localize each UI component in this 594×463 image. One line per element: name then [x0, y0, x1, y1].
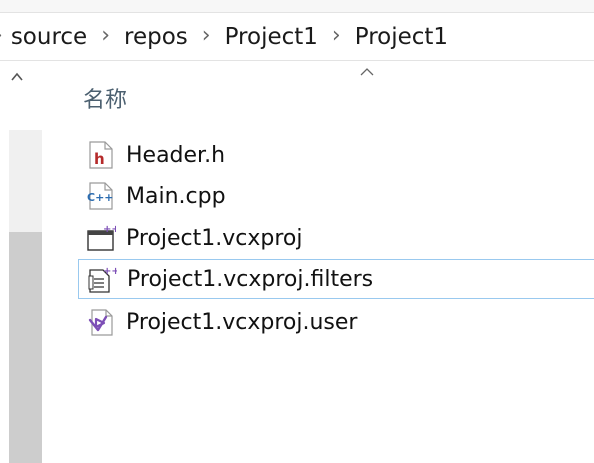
breadcrumb-separator-icon[interactable]: ›: [101, 23, 110, 48]
list-item[interactable]: ++ Project1.vcxproj: [78, 218, 594, 258]
vcxproj-file-icon: ++: [86, 223, 116, 253]
scroll-up-icon[interactable]: [9, 69, 25, 85]
file-name: Project1.vcxproj.filters: [127, 266, 374, 292]
breadcrumb-item-project1-current[interactable]: Project1: [353, 22, 450, 52]
breadcrumb-separator-icon[interactable]: ›: [202, 23, 211, 48]
window-top-edge: [0, 0, 594, 13]
file-name: Project1.vcxproj.user: [126, 309, 358, 335]
breadcrumb-item-source[interactable]: source: [9, 22, 89, 52]
file-name: Header.h: [126, 142, 226, 168]
list-item[interactable]: h Header.h: [78, 135, 594, 175]
breadcrumb: › source › repos › Project1 › Project1: [0, 13, 594, 61]
svg-text:h: h: [94, 150, 105, 168]
breadcrumb-separator-icon[interactable]: ›: [332, 23, 341, 48]
list-item-selected[interactable]: ++ Project1.vcxproj.filters: [78, 259, 594, 299]
file-name: Project1.vcxproj: [126, 225, 303, 251]
list-item[interactable]: C++ Main.cpp: [78, 176, 594, 216]
sort-ascending-icon: [358, 64, 376, 78]
svg-text:++: ++: [103, 266, 117, 277]
scrollbar-thumb[interactable]: [9, 232, 42, 463]
list-item[interactable]: Project1.vcxproj.user: [78, 302, 594, 342]
svg-text:C++: C++: [87, 191, 114, 204]
breadcrumb-item-project1-parent[interactable]: Project1: [223, 22, 320, 52]
filters-file-icon: ++: [87, 264, 117, 294]
breadcrumb-chevron-icon[interactable]: ›: [0, 23, 3, 48]
header-file-icon: h: [86, 140, 116, 170]
vs-user-file-icon: [86, 307, 116, 337]
breadcrumb-item-repos[interactable]: repos: [122, 22, 190, 52]
cpp-file-icon: C++: [86, 181, 116, 211]
file-name: Main.cpp: [126, 183, 226, 209]
svg-text:++: ++: [103, 224, 116, 235]
navigation-pane: [0, 61, 42, 463]
navigation-scrollbar[interactable]: [9, 130, 42, 463]
column-header-name[interactable]: 名称: [83, 82, 127, 114]
